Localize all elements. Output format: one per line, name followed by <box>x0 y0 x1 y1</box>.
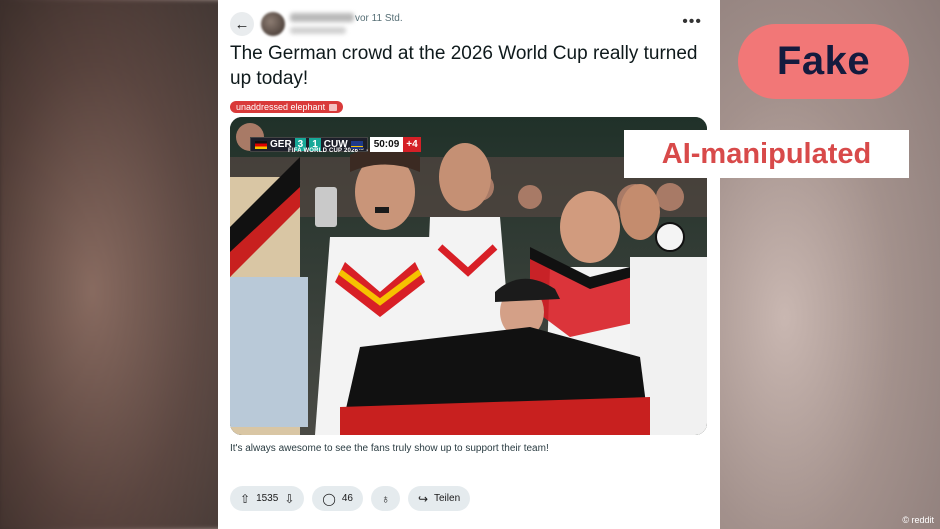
post-flair[interactable]: unaddressed elephant <box>230 101 344 113</box>
curacao-flag-icon <box>350 140 363 149</box>
germany-flag-icon <box>255 140 267 149</box>
back-button[interactable]: ← <box>230 12 254 36</box>
reddit-post-card: ← vor 11 Std. ••• The German crowd at th… <box>218 0 720 529</box>
image-credit: © reddit <box>902 515 934 525</box>
avatar[interactable] <box>261 12 285 36</box>
flair-emoji-icon <box>329 103 338 111</box>
post-header: ← vor 11 Std. ••• <box>230 10 708 38</box>
share-label: Teilen <box>434 493 461 504</box>
comments-button[interactable]: ◯ 46 <box>312 486 363 511</box>
post-time: vor 11 Std. <box>355 13 403 24</box>
ai-manipulated-label: AI-manipulated <box>624 130 909 178</box>
fake-verdict-badge: Fake <box>738 24 909 99</box>
share-button[interactable]: ↪ Teilen <box>407 486 471 511</box>
scoreboard-league: FIFA WORLD CUP 2026™ - GROUP E <box>288 148 400 154</box>
post-body-text: It's always awesome to see the fans trul… <box>230 443 549 454</box>
vote-count: 1535 <box>256 493 279 504</box>
flair-label: unaddressed elephant <box>236 102 326 112</box>
arrow-left-icon: ← <box>234 15 250 33</box>
downvote-icon[interactable]: ⇩ <box>284 493 294 505</box>
post-actions: ⇧ 1535 ⇩ ◯ 46 ♁ ↪ Teilen <box>230 486 471 511</box>
comment-count: 46 <box>341 493 353 504</box>
award-button[interactable]: ♁ <box>370 486 400 511</box>
share-icon: ↪ <box>417 491 428 506</box>
post-title[interactable]: The German crowd at the 2026 World Cup r… <box>230 41 710 91</box>
vote-pill: ⇧ 1535 ⇩ <box>230 486 305 511</box>
comment-icon: ◯ <box>322 491 336 506</box>
blurred-username[interactable] <box>290 13 354 22</box>
tv-scoreboard: FIFA WORLD CUP 2026™ - GROUP E GER 3 1 C… <box>250 137 421 154</box>
added-time: +4 <box>403 137 421 152</box>
background-blur-left <box>0 0 230 529</box>
award-icon: ♁ <box>380 491 390 506</box>
upvote-icon[interactable]: ⇧ <box>240 493 250 505</box>
more-options-button[interactable]: ••• <box>682 12 702 32</box>
blurred-subtitle <box>290 27 346 34</box>
